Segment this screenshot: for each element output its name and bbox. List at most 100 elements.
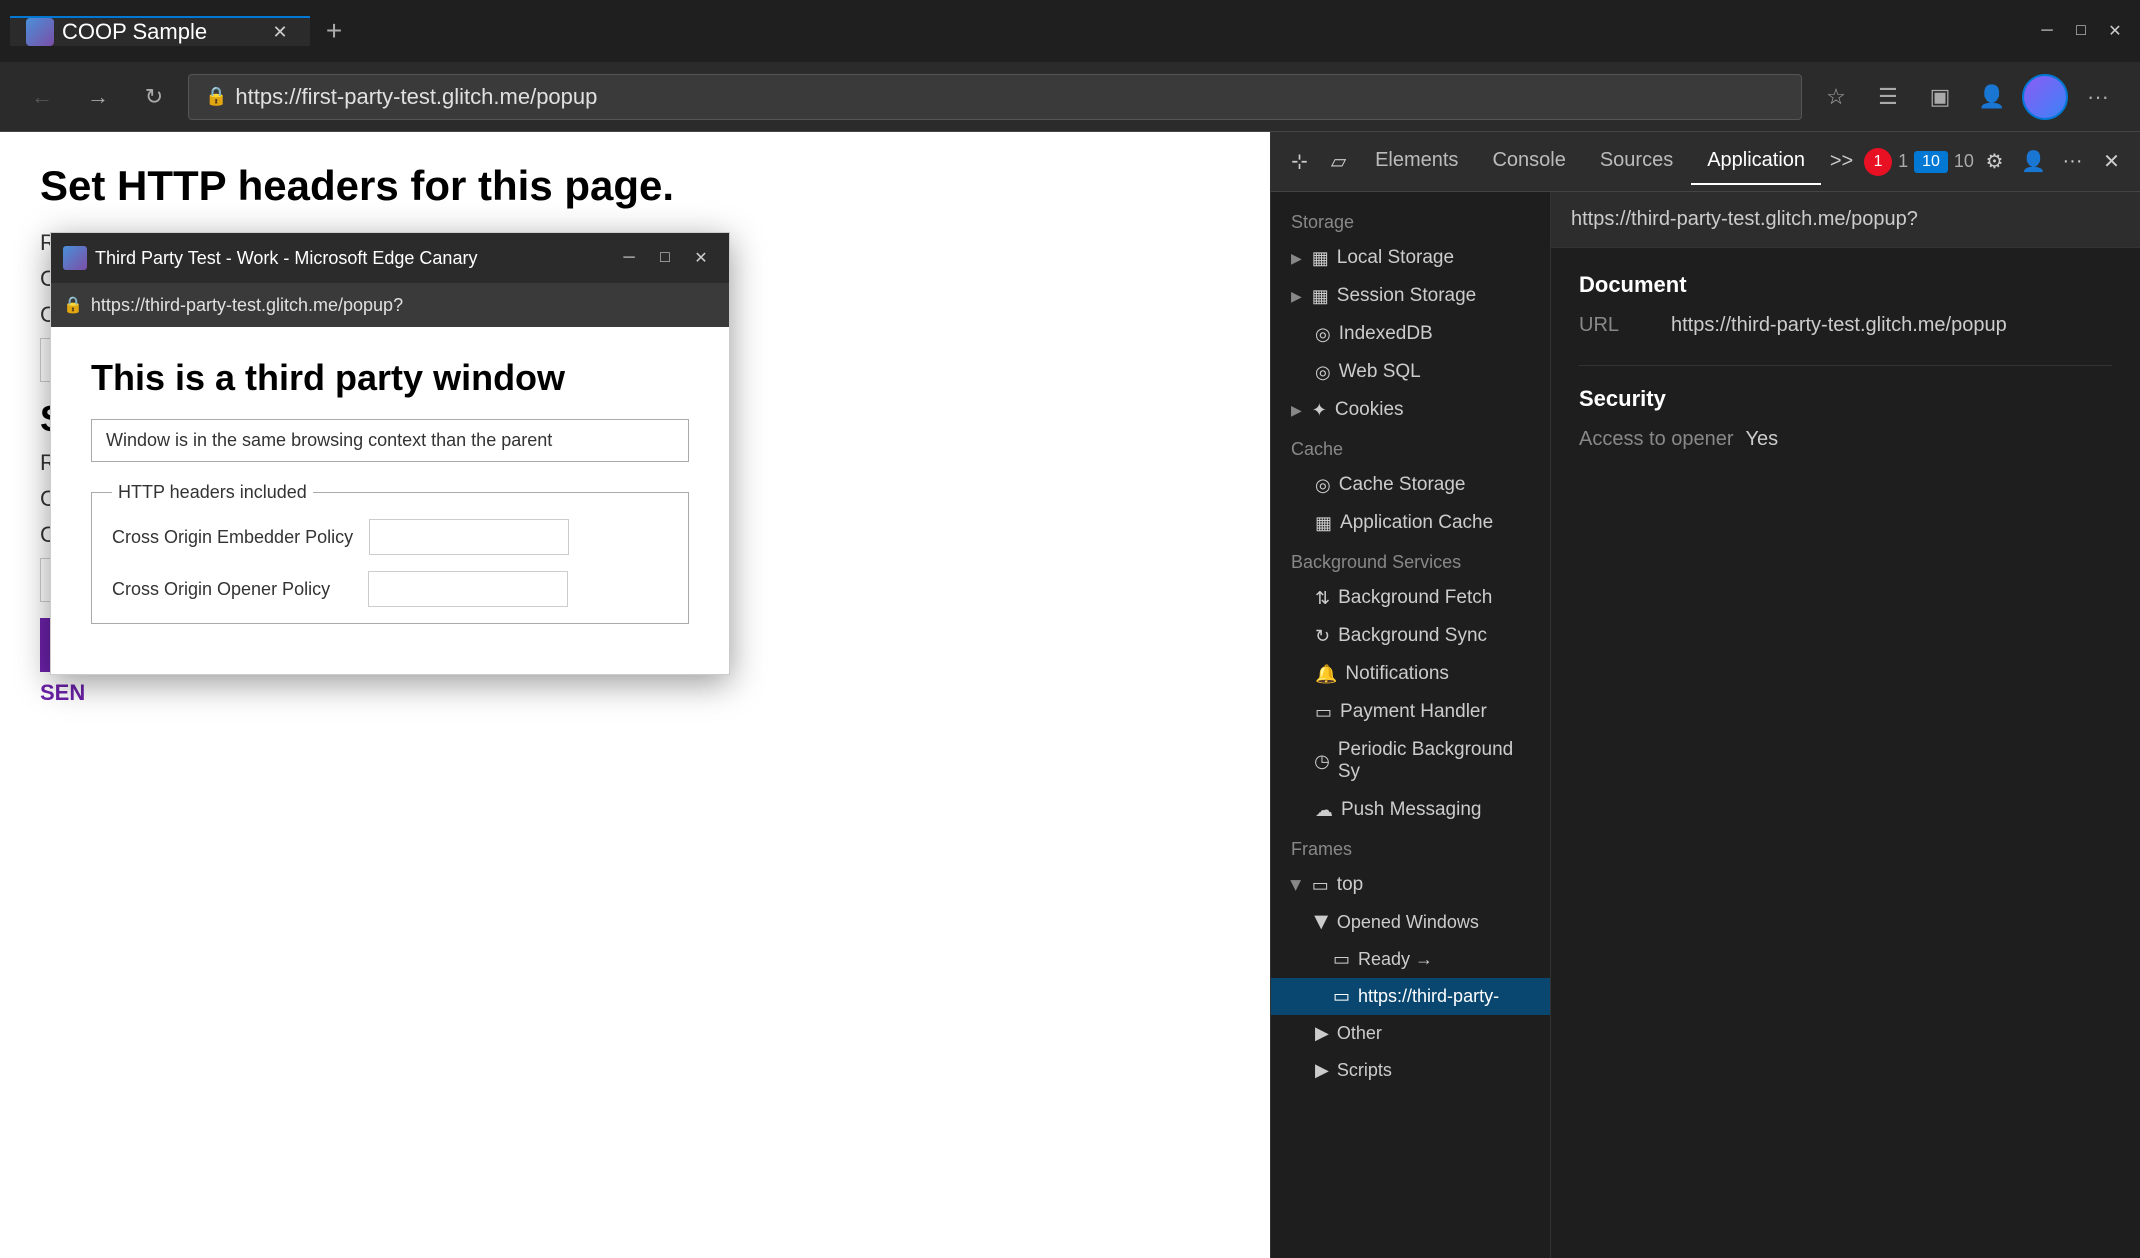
- sidebar-item-indexeddb[interactable]: ◎ IndexedDB: [1271, 315, 1550, 353]
- popup-address-bar[interactable]: 🔒 https://third-party-test.glitch.me/pop…: [51, 283, 729, 327]
- devtools-tab-sources[interactable]: Sources: [1584, 139, 1689, 185]
- devtools-overflow-button[interactable]: ···: [2054, 139, 2091, 185]
- popup-field-2: Cross Origin Opener Policy: [112, 571, 668, 607]
- popup-controls: ─ □ ✕: [613, 242, 717, 274]
- frame-icon: ▭: [1333, 986, 1350, 1007]
- address-path: /popup: [530, 84, 597, 109]
- send-button[interactable]: SEN: [40, 672, 85, 714]
- browser-window: COOP Sample ✕ + ─ □ ✕ ← → ↻ 🔒 https://fi…: [0, 0, 2140, 1258]
- notifications-label: Notifications: [1345, 663, 1449, 685]
- popup-body: This is a third party window Window is i…: [51, 327, 729, 674]
- devtools-close-button[interactable]: ✕: [2093, 139, 2130, 185]
- reload-button[interactable]: ↻: [132, 75, 176, 119]
- minimize-button[interactable]: ─: [2032, 16, 2062, 46]
- push-label: Push Messaging: [1341, 799, 1481, 821]
- popup-field-label-2: Cross Origin Opener Policy: [112, 579, 352, 600]
- sidebar-item-cookies[interactable]: ▶ ✦ Cookies: [1271, 391, 1550, 429]
- address-text: https://first-party-test.glitch.me/popup: [235, 84, 1785, 110]
- bg-fetch-icon: ⇅: [1315, 588, 1330, 609]
- sidebar-item-app-cache[interactable]: ▦ Application Cache: [1271, 504, 1550, 542]
- cookies-label: Cookies: [1335, 399, 1404, 421]
- sidebar-item-websql[interactable]: ◎ Web SQL: [1271, 353, 1550, 391]
- tab-favicon: [26, 18, 54, 46]
- sidebar-item-bg-fetch[interactable]: ⇅ Background Fetch: [1271, 579, 1550, 617]
- websql-icon: ◎: [1315, 362, 1331, 383]
- devtools-settings-button[interactable]: ⚙: [1976, 139, 2013, 185]
- address-bar[interactable]: 🔒 https://first-party-test.glitch.me/pop…: [188, 74, 1802, 120]
- devtools-url-value: https://third-party-test.glitch.me/popup: [1671, 314, 2007, 337]
- popup-lock-icon: 🔒: [63, 295, 83, 315]
- sidebar-item-notifications[interactable]: 🔔 Notifications: [1271, 655, 1550, 693]
- devtools-inspect-button[interactable]: ⊹: [1281, 139, 1318, 185]
- devtools-access-label: Access to opener: [1579, 428, 1734, 451]
- bg-sync-icon: ↻: [1315, 626, 1330, 647]
- sidebar-item-push-messaging[interactable]: ☁ Push Messaging: [1271, 791, 1550, 829]
- devtools-more-tabs-button[interactable]: >>: [1823, 139, 1860, 185]
- popup-legend: HTTP headers included: [112, 482, 313, 503]
- scripts-label: Scripts: [1337, 1060, 1392, 1081]
- arrow-icon: ▶: [1291, 250, 1302, 267]
- favorites-button[interactable]: ☆: [1814, 75, 1858, 119]
- devtools-security-title: Security: [1579, 386, 2112, 412]
- new-tab-button[interactable]: +: [310, 7, 358, 55]
- sidebar-item-ready[interactable]: ▭ Ready →: [1271, 941, 1550, 978]
- sidebar-item-top[interactable]: ▶ ▭ top: [1271, 866, 1550, 904]
- collections-button[interactable]: ☰: [1866, 75, 1910, 119]
- popup-title-text: Third Party Test - Work - Microsoft Edge…: [95, 248, 605, 269]
- popup-field-input-1[interactable]: [369, 519, 569, 555]
- devtools-device-button[interactable]: ▱: [1320, 139, 1357, 185]
- devtools-panel: ⊹ ▱ Elements Console Sources Application…: [1270, 132, 2140, 1258]
- third-party-label: https://third-party-: [1358, 986, 1499, 1007]
- account-button[interactable]: 👤: [1970, 75, 2014, 119]
- forward-button[interactable]: →: [76, 75, 120, 119]
- active-tab[interactable]: COOP Sample ✕: [10, 16, 310, 46]
- devtools-warning-badge: 10: [1914, 151, 1948, 173]
- tab-title: COOP Sample: [62, 19, 258, 45]
- back-button[interactable]: ←: [20, 75, 64, 119]
- sidebar-item-scripts[interactable]: ▶ Scripts: [1271, 1052, 1550, 1089]
- websql-label: Web SQL: [1339, 361, 1421, 383]
- opened-windows-label: Opened Windows: [1337, 912, 1479, 933]
- devtools-toolbar: ⊹ ▱ Elements Console Sources Application…: [1271, 132, 2140, 192]
- popup-favicon: [63, 246, 87, 270]
- devtools-account-button[interactable]: 👤: [2015, 139, 2052, 185]
- cookies-icon: ✦: [1312, 400, 1327, 421]
- bg-fetch-label: Background Fetch: [1338, 587, 1492, 609]
- popup-maximize-button[interactable]: □: [649, 242, 681, 274]
- popup-address-text: https://third-party-test.glitch.me/popup…: [91, 295, 403, 316]
- sidebar-item-opened-windows[interactable]: ▶ Opened Windows: [1271, 904, 1550, 941]
- app-cache-label: Application Cache: [1340, 512, 1493, 534]
- sidebar-item-session-storage[interactable]: ▶ ▦ Session Storage: [1271, 277, 1550, 315]
- arrow-right-icon: ▶: [1315, 1060, 1329, 1081]
- profile-avatar[interactable]: [2022, 74, 2068, 120]
- session-storage-icon: ▦: [1312, 286, 1329, 307]
- wallet-button[interactable]: ▣: [1918, 75, 1962, 119]
- frame-icon: ▭: [1312, 875, 1329, 896]
- popup-close-button[interactable]: ✕: [685, 242, 717, 274]
- devtools-tab-elements[interactable]: Elements: [1359, 139, 1474, 185]
- popup-fieldset: HTTP headers included Cross Origin Embed…: [91, 482, 689, 624]
- local-storage-icon: ▦: [1312, 248, 1329, 269]
- sidebar-item-periodic-bg[interactable]: ◷ Periodic Background Sy: [1271, 731, 1550, 791]
- devtools-tab-console[interactable]: Console: [1476, 139, 1581, 185]
- devtools-main: https://third-party-test.glitch.me/popup…: [1551, 192, 2140, 1258]
- sidebar-item-cache-storage[interactable]: ◎ Cache Storage: [1271, 466, 1550, 504]
- sidebar-item-local-storage[interactable]: ▶ ▦ Local Storage: [1271, 239, 1550, 277]
- lock-icon: 🔒: [205, 86, 227, 107]
- tab-close-button[interactable]: ✕: [266, 18, 294, 46]
- sidebar-item-other[interactable]: ▶ Other: [1271, 1015, 1550, 1052]
- popup-minimize-button[interactable]: ─: [613, 242, 645, 274]
- notifications-icon: 🔔: [1315, 664, 1337, 685]
- maximize-button[interactable]: □: [2066, 16, 2096, 46]
- close-button[interactable]: ✕: [2100, 16, 2130, 46]
- popup-titlebar: Third Party Test - Work - Microsoft Edge…: [51, 233, 729, 283]
- sidebar-item-bg-sync[interactable]: ↻ Background Sync: [1271, 617, 1550, 655]
- popup-field-input-2[interactable]: [368, 571, 568, 607]
- devtools-tab-application[interactable]: Application: [1691, 139, 1821, 185]
- more-button[interactable]: ···: [2076, 75, 2120, 119]
- arrow-right-icon: ▶: [1315, 1023, 1329, 1044]
- sidebar-item-payment-handler[interactable]: ▭ Payment Handler: [1271, 693, 1550, 731]
- popup-field-1: Cross Origin Embedder Policy: [112, 519, 668, 555]
- sidebar-item-third-party[interactable]: ▭ https://third-party-: [1271, 978, 1550, 1015]
- devtools-content: Document URL https://third-party-test.gl…: [1551, 248, 2140, 503]
